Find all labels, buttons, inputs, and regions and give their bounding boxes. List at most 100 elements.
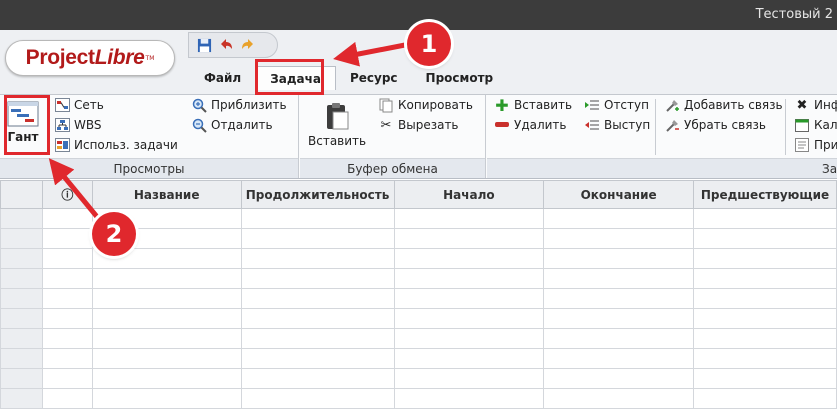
row-header-cell[interactable]	[0, 208, 43, 229]
table-cell[interactable]	[91, 368, 242, 389]
table-cell[interactable]	[240, 228, 395, 249]
table-row[interactable]	[0, 348, 837, 369]
table-cell[interactable]	[240, 268, 395, 289]
table-cell[interactable]	[41, 348, 93, 369]
task-info-button[interactable]: ✖ Инф	[794, 95, 837, 115]
table-cell[interactable]	[543, 248, 694, 269]
row-header-cell[interactable]	[0, 308, 43, 329]
row-header-cell[interactable]	[0, 288, 43, 309]
row-header-cell[interactable]	[0, 348, 43, 369]
table-cell[interactable]	[393, 248, 545, 269]
table-cell[interactable]	[240, 388, 395, 409]
table-cell[interactable]	[240, 308, 395, 329]
row-header-cell[interactable]	[0, 248, 43, 269]
table-cell[interactable]	[543, 268, 694, 289]
table-row[interactable]	[0, 368, 837, 389]
network-button[interactable]: Сеть	[54, 95, 104, 115]
table-cell[interactable]	[41, 388, 93, 409]
table-cell[interactable]	[41, 248, 93, 269]
row-header-cell[interactable]	[0, 368, 43, 389]
table-cell[interactable]	[393, 388, 545, 409]
column-header-duration[interactable]: Продолжительность	[240, 180, 395, 209]
tab-view[interactable]: Просмотр	[412, 66, 508, 90]
table-row[interactable]	[0, 328, 837, 349]
insert-task-button[interactable]: ✚ Вставить	[494, 95, 572, 115]
table-cell[interactable]	[393, 228, 545, 249]
table-cell[interactable]	[693, 328, 837, 349]
table-cell[interactable]	[393, 268, 545, 289]
zoom-in-button[interactable]: Приблизить	[191, 95, 287, 115]
table-cell[interactable]	[543, 388, 694, 409]
column-header-rownum[interactable]	[0, 180, 43, 209]
table-cell[interactable]	[91, 308, 242, 329]
save-icon[interactable]	[195, 36, 213, 54]
column-header-finish[interactable]: Окончание	[543, 180, 694, 209]
table-cell[interactable]	[693, 348, 837, 369]
table-cell[interactable]	[693, 368, 837, 389]
table-cell[interactable]	[240, 208, 395, 229]
table-row[interactable]	[0, 268, 837, 289]
table-cell[interactable]	[693, 208, 837, 229]
table-cell[interactable]	[41, 328, 93, 349]
redo-icon[interactable]	[239, 36, 257, 54]
outdent-button[interactable]: Выступ	[584, 115, 650, 135]
table-cell[interactable]	[41, 268, 93, 289]
table-cell[interactable]	[393, 368, 545, 389]
table-cell[interactable]	[240, 248, 395, 269]
table-cell[interactable]	[693, 228, 837, 249]
table-cell[interactable]	[693, 388, 837, 409]
table-cell[interactable]	[41, 308, 93, 329]
table-cell[interactable]	[91, 388, 242, 409]
column-header-start[interactable]: Начало	[393, 180, 545, 209]
delete-task-button[interactable]: Удалить	[494, 115, 567, 135]
wbs-button[interactable]: WBS	[54, 115, 102, 135]
add-link-button[interactable]: Добавить связь	[664, 95, 783, 115]
table-cell[interactable]	[393, 288, 545, 309]
table-cell[interactable]	[393, 328, 545, 349]
table-cell[interactable]	[543, 328, 694, 349]
table-cell[interactable]	[91, 268, 242, 289]
indent-button[interactable]: Отступ	[584, 95, 649, 115]
table-cell[interactable]	[543, 228, 694, 249]
column-header-indicator[interactable]: ⓘ	[41, 180, 93, 209]
table-cell[interactable]	[393, 348, 545, 369]
row-header-cell[interactable]	[0, 388, 43, 409]
copy-button[interactable]: Копировать	[378, 95, 473, 115]
table-cell[interactable]	[543, 208, 694, 229]
table-cell[interactable]	[393, 208, 545, 229]
table-cell[interactable]	[41, 368, 93, 389]
row-header-cell[interactable]	[0, 328, 43, 349]
table-cell[interactable]	[693, 308, 837, 329]
table-cell[interactable]	[41, 208, 93, 229]
table-cell[interactable]	[543, 348, 694, 369]
table-cell[interactable]	[693, 268, 837, 289]
column-header-predecessors[interactable]: Предшествующие	[693, 180, 837, 209]
calendar-button[interactable]: Кал	[794, 115, 837, 135]
tab-resource[interactable]: Ресурс	[336, 66, 412, 90]
zoom-out-button[interactable]: Отдалить	[191, 115, 273, 135]
table-cell[interactable]	[393, 308, 545, 329]
table-cell[interactable]	[41, 288, 93, 309]
undo-icon[interactable]	[217, 36, 235, 54]
table-cell[interactable]	[240, 288, 395, 309]
table-row[interactable]	[0, 308, 837, 329]
table-cell[interactable]	[240, 368, 395, 389]
table-row[interactable]	[0, 288, 837, 309]
table-cell[interactable]	[693, 248, 837, 269]
table-cell[interactable]	[41, 228, 93, 249]
column-header-name[interactable]: Название	[91, 180, 242, 209]
table-cell[interactable]	[543, 368, 694, 389]
cut-button[interactable]: ✂ Вырезать	[378, 115, 459, 135]
table-cell[interactable]	[240, 328, 395, 349]
table-cell[interactable]	[91, 348, 242, 369]
paste-button[interactable]: Вставить	[308, 101, 366, 148]
task-usage-button[interactable]: Использ. задачи	[54, 135, 178, 155]
row-header-cell[interactable]	[0, 228, 43, 249]
tab-file[interactable]: Файл	[190, 66, 255, 90]
table-cell[interactable]	[240, 348, 395, 369]
remove-link-button[interactable]: Убрать связь	[664, 115, 766, 135]
table-cell[interactable]	[543, 308, 694, 329]
table-cell[interactable]	[91, 328, 242, 349]
table-cell[interactable]	[91, 288, 242, 309]
table-cell[interactable]	[693, 288, 837, 309]
